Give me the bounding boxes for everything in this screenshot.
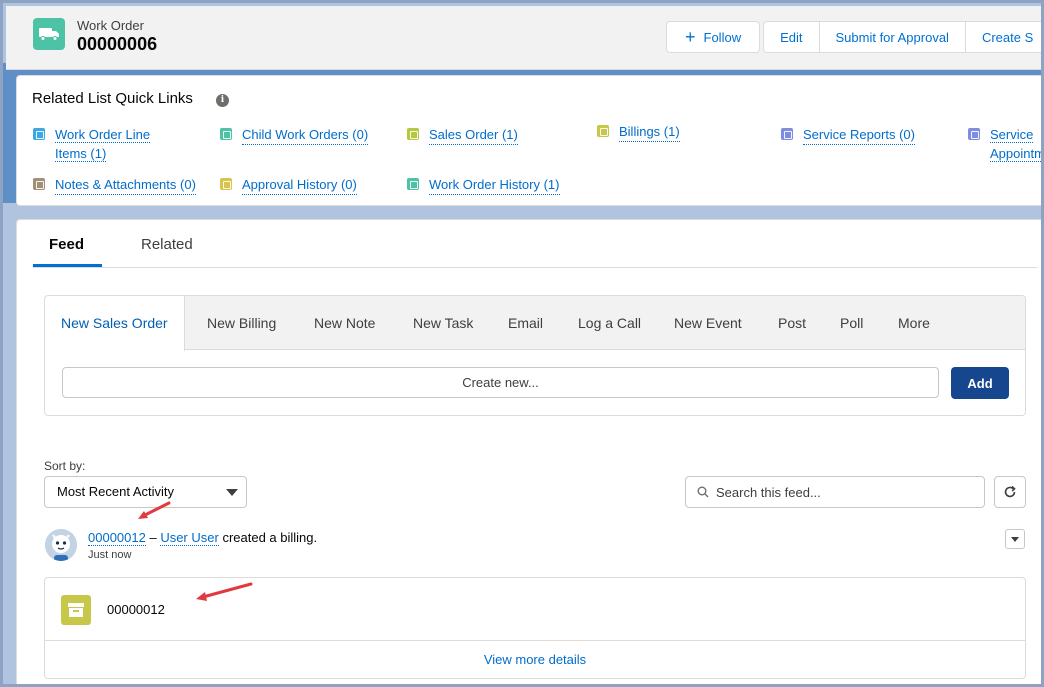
feed-search[interactable]: [685, 476, 985, 508]
quick-link-notes-attachments[interactable]: Notes & Attachments (0): [33, 175, 196, 195]
publisher-tab-new-sales-order[interactable]: New Sales Order: [45, 296, 185, 351]
publisher-tab-more[interactable]: More: [898, 315, 930, 331]
quick-link-billings[interactable]: Billings (1): [597, 122, 680, 142]
quick-link-line2: Appointm: [990, 146, 1044, 162]
edit-button[interactable]: Edit: [763, 21, 820, 53]
publisher-tab-log-a-call[interactable]: Log a Call: [578, 315, 641, 331]
publisher-tab-new-event[interactable]: New Event: [674, 315, 742, 331]
sort-by-value: Most Recent Activity: [57, 484, 175, 499]
quick-link-label[interactable]: Service Appointm: [990, 125, 1044, 163]
search-icon: [697, 486, 709, 498]
work-order-truck-icon: [33, 18, 65, 50]
publisher-tab-poll[interactable]: Poll: [840, 315, 863, 331]
sort-by-label: Sort by:: [44, 459, 86, 473]
feed-timestamp: Just now: [88, 549, 132, 561]
quick-link-sales-order[interactable]: Sales Order (1): [407, 125, 518, 145]
active-tab-indicator: [33, 264, 102, 267]
feed-action-text: created a billing.: [218, 530, 318, 545]
quick-link-label[interactable]: Work Order Line Items (1): [55, 125, 151, 163]
note-icon: [33, 178, 45, 190]
quick-links-title: Related List Quick Links: [32, 90, 193, 107]
billing-record-link[interactable]: 00000012: [88, 530, 146, 546]
record-tabs: Feed Related: [33, 220, 1037, 268]
quick-link-work-order-history[interactable]: Work Order History (1): [407, 175, 560, 195]
object-type-label: Work Order: [77, 18, 144, 33]
avatar[interactable]: [45, 529, 77, 561]
header-actions: + Follow Edit Submit for Approval Create…: [666, 21, 1041, 53]
quick-link-child-work-orders[interactable]: Child Work Orders (0): [220, 125, 369, 145]
billing-record-card: 00000012 View more details: [44, 577, 1026, 679]
work-order-icon: [220, 128, 232, 140]
feed-separator: –: [145, 530, 161, 545]
quick-link-service-reports[interactable]: Service Reports (0): [781, 125, 915, 145]
user-avatar-icon: [45, 529, 77, 561]
quick-link-label[interactable]: Approval History (0): [242, 175, 357, 195]
service-appointment-icon: [968, 128, 980, 140]
quick-link-label[interactable]: Service Reports (0): [803, 125, 915, 145]
work-order-line-item-icon: [33, 128, 45, 140]
create-new-input[interactable]: Create new...: [62, 367, 939, 398]
service-report-icon: [781, 128, 793, 140]
follow-button-label: Follow: [703, 29, 742, 45]
quick-link-label[interactable]: Work Order History (1): [429, 175, 560, 195]
publisher-tab-new-task[interactable]: New Task: [413, 315, 473, 331]
quick-link-work-order-line-items[interactable]: Work Order Line Items (1): [33, 125, 151, 163]
chevron-down-icon: [226, 489, 238, 496]
record-header: Work Order 00000006 + Follow Edit Submit…: [6, 6, 1041, 70]
follow-button[interactable]: + Follow: [666, 21, 761, 53]
plus-icon: +: [685, 26, 696, 47]
search-feed-input[interactable]: [716, 477, 976, 507]
feed-item-menu-button[interactable]: [1005, 529, 1025, 549]
annotation-arrow-icon: [138, 501, 171, 519]
tab-related[interactable]: Related: [141, 236, 193, 253]
billing-icon: [61, 595, 91, 625]
related-quick-links-card: Related List Quick Links i Work Order Li…: [16, 75, 1044, 206]
quick-link-label[interactable]: Child Work Orders (0): [242, 125, 369, 145]
publisher-tab-email[interactable]: Email: [508, 315, 543, 331]
quick-link-label[interactable]: Notes & Attachments (0): [55, 175, 196, 195]
divider: [45, 640, 1025, 641]
quick-link-service-appointments[interactable]: Service Appointm: [968, 125, 1044, 163]
user-link[interactable]: User User: [160, 530, 219, 546]
quick-link-line1: Work Order Line: [55, 127, 151, 143]
approval-icon: [220, 178, 232, 190]
record-title: 00000006: [77, 34, 158, 54]
refresh-icon: [1004, 485, 1016, 498]
publisher-tab-new-note[interactable]: New Note: [314, 315, 375, 331]
quick-link-line1: Service: [990, 127, 1034, 143]
billing-icon: [597, 125, 609, 137]
create-button[interactable]: Create S: [965, 21, 1041, 53]
work-order-icon: [407, 178, 419, 190]
quick-link-label[interactable]: Billings (1): [619, 122, 680, 142]
add-button[interactable]: Add: [951, 367, 1009, 399]
publisher-tabs: New Sales Order New Billing New Note New…: [45, 296, 1025, 351]
feed-card: Feed Related New Sales Order New Billing…: [16, 219, 1041, 684]
refresh-button[interactable]: [994, 476, 1026, 508]
view-more-details-link[interactable]: View more details: [45, 652, 1025, 667]
sales-order-icon: [407, 128, 419, 140]
tab-feed[interactable]: Feed: [49, 236, 84, 253]
info-icon[interactable]: i: [216, 94, 229, 107]
submit-for-approval-button[interactable]: Submit for Approval: [819, 21, 966, 53]
feed-item-header: 00000012 – User User created a billing.: [88, 530, 318, 546]
billing-record-name[interactable]: 00000012: [107, 602, 165, 617]
publisher: New Sales Order New Billing New Note New…: [44, 295, 1026, 416]
publisher-tab-new-billing[interactable]: New Billing: [207, 315, 276, 331]
quick-link-line2: Items (1): [55, 146, 107, 162]
publisher-tab-post[interactable]: Post: [778, 315, 806, 331]
annotation-arrow-icon: [196, 582, 253, 601]
window-frame: Work Order 00000006 + Follow Edit Submit…: [0, 0, 1044, 687]
quick-link-label[interactable]: Sales Order (1): [429, 125, 518, 145]
quick-link-approval-history[interactable]: Approval History (0): [220, 175, 357, 195]
